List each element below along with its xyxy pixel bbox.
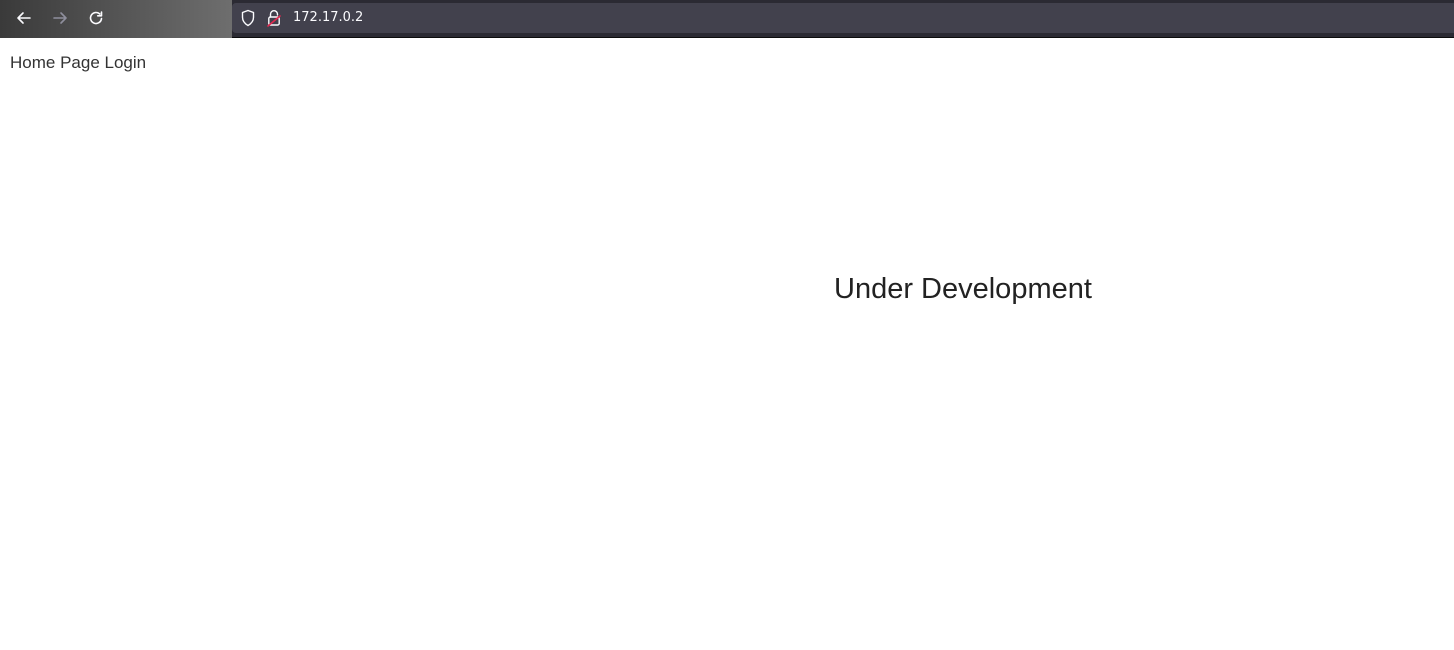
reload-icon xyxy=(89,11,103,25)
arrow-left-icon xyxy=(17,12,31,24)
insecure-lock-icon[interactable] xyxy=(267,9,281,27)
home-page-link[interactable]: Home Page xyxy=(10,53,100,72)
shield-icon[interactable] xyxy=(240,9,256,27)
login-link[interactable]: Login xyxy=(105,53,147,72)
url-text[interactable]: 172.17.0.2 xyxy=(293,9,363,27)
arrow-right-icon xyxy=(53,12,67,24)
address-bar[interactable]: 172.17.0.2 xyxy=(232,3,1454,33)
top-navigation: Home Page Login xyxy=(10,53,146,73)
page-heading: Under Development xyxy=(834,273,1092,305)
page-content: Home Page Login Under Development xyxy=(0,39,1454,650)
browser-toolbar: 172.17.0.2 xyxy=(0,0,1454,38)
reload-button[interactable] xyxy=(81,4,111,32)
forward-button[interactable] xyxy=(45,4,75,32)
back-button[interactable] xyxy=(9,4,39,32)
